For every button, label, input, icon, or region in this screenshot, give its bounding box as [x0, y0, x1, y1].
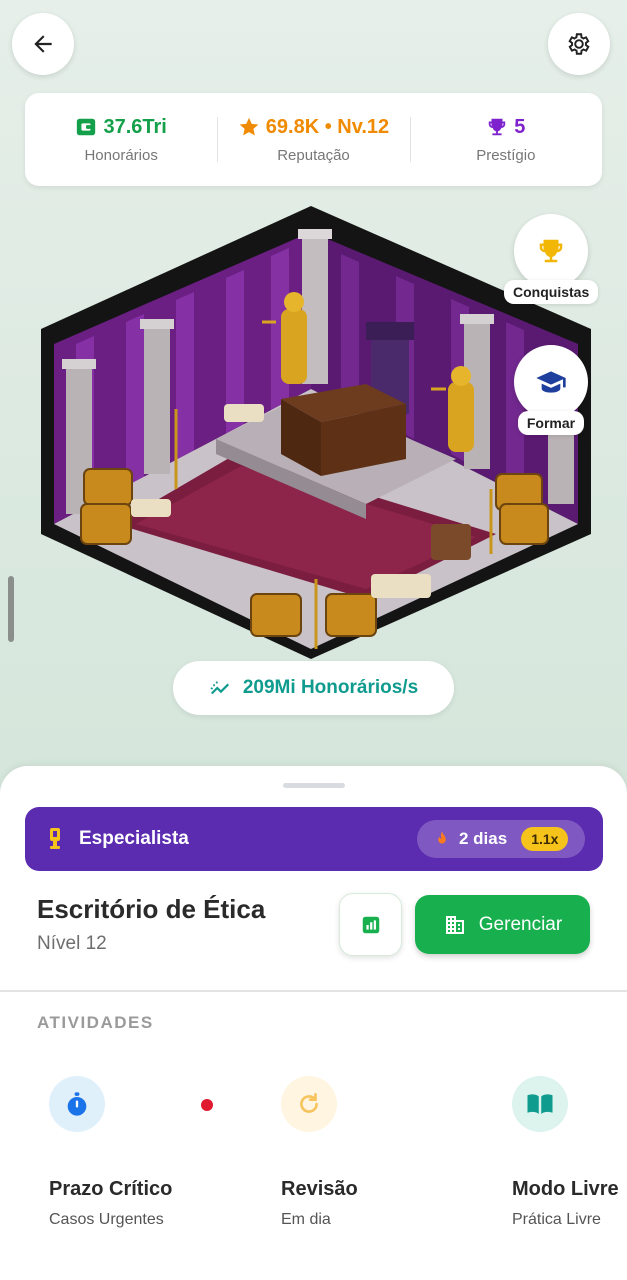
trophy-icon: [539, 239, 563, 263]
activity-title: Modo Livre: [512, 1178, 619, 1200]
conquistas-label: Conquistas: [504, 280, 599, 304]
income-rate-pill: 209Mi Honorários/s: [173, 661, 454, 715]
back-button[interactable]: [12, 13, 74, 75]
activity-revisao[interactable]: Revisão Em dia: [281, 1076, 358, 1229]
bar-chart-icon: [362, 916, 379, 933]
trophy-icon: [489, 118, 506, 136]
conquistas-button[interactable]: Conquistas: [504, 214, 599, 304]
multiplier-badge: 1.1x: [521, 827, 569, 851]
activity-title: Prazo Crítico: [49, 1178, 173, 1200]
stat-prestigio-value: 5: [514, 115, 526, 138]
sheet-drag-handle[interactable]: [283, 783, 345, 788]
stat-honorarios: 37.6Tri Honorários: [25, 93, 217, 186]
activity-icon-bg: [512, 1076, 568, 1132]
rank-title: Especialista: [79, 828, 189, 849]
office-name: Escritório de Ética: [37, 894, 266, 924]
graduation-cap-icon: [536, 371, 566, 393]
activity-subtitle: Prática Livre: [512, 1211, 601, 1228]
flame-icon: [438, 831, 446, 844]
activity-subtitle: Em dia: [281, 1211, 331, 1228]
income-rate-text: 209Mi Honorários/s: [242, 677, 419, 698]
rank-banner[interactable]: Especialista 2 dias 1.1x: [25, 807, 603, 871]
judge-desk: [281, 384, 406, 476]
notification-dot: [201, 1099, 213, 1111]
stat-reputacao: 69.8K • Nv.12 Reputação: [217, 93, 409, 186]
section-divider: [0, 990, 627, 992]
activity-modo-livre[interactable]: Modo Livre Prática Livre: [512, 1076, 619, 1229]
streak-badge: 2 dias 1.1x: [417, 820, 585, 858]
star-icon: [239, 117, 259, 136]
activity-subtitle: Casos Urgentes: [49, 1211, 164, 1228]
statistics-button[interactable]: [339, 893, 402, 956]
bottom-sheet: Especialista 2 dias 1.1x Escritório de É…: [0, 766, 627, 1280]
scrollbar-handle[interactable]: [8, 576, 14, 642]
stat-honorarios-label: Honorários: [84, 146, 158, 164]
medal-icon: [50, 828, 60, 849]
streak-days: 2 dias: [459, 829, 508, 848]
trend-up-icon: [210, 681, 229, 695]
stat-prestigio-label: Prestígio: [476, 146, 536, 164]
activity-title: Revisão: [281, 1178, 358, 1200]
building-icon: [445, 915, 464, 934]
formar-button[interactable]: Formar: [514, 345, 588, 435]
activity-prazo-critico[interactable]: Prazo Crítico Casos Urgentes: [49, 1076, 172, 1229]
manage-button[interactable]: Gerenciar: [415, 895, 590, 954]
stats-card: 37.6Tri Honorários 69.8K • Nv.12 Reputaç…: [25, 93, 602, 186]
arrow-left-icon: [34, 35, 52, 53]
open-book-icon: [527, 1094, 553, 1114]
activity-icon-bg: [281, 1076, 337, 1132]
refresh-icon: [300, 1092, 318, 1113]
gear-icon: [568, 33, 590, 55]
activities-title: ATIVIDADES: [37, 1013, 154, 1032]
stat-prestigio: 5 Prestígio: [409, 93, 602, 186]
wallet-icon: [77, 118, 96, 136]
manage-label: Gerenciar: [478, 913, 563, 935]
stat-reputacao-label: Reputação: [277, 146, 350, 164]
settings-button[interactable]: [548, 13, 610, 75]
office-level: Nível 12: [37, 933, 107, 954]
stat-honorarios-value: 37.6Tri: [103, 115, 167, 138]
stopwatch-icon: [67, 1092, 87, 1116]
formar-label: Formar: [517, 411, 585, 435]
activity-icon-bg: [49, 1076, 105, 1132]
stat-reputacao-value: 69.8K • Nv.12: [265, 115, 390, 138]
